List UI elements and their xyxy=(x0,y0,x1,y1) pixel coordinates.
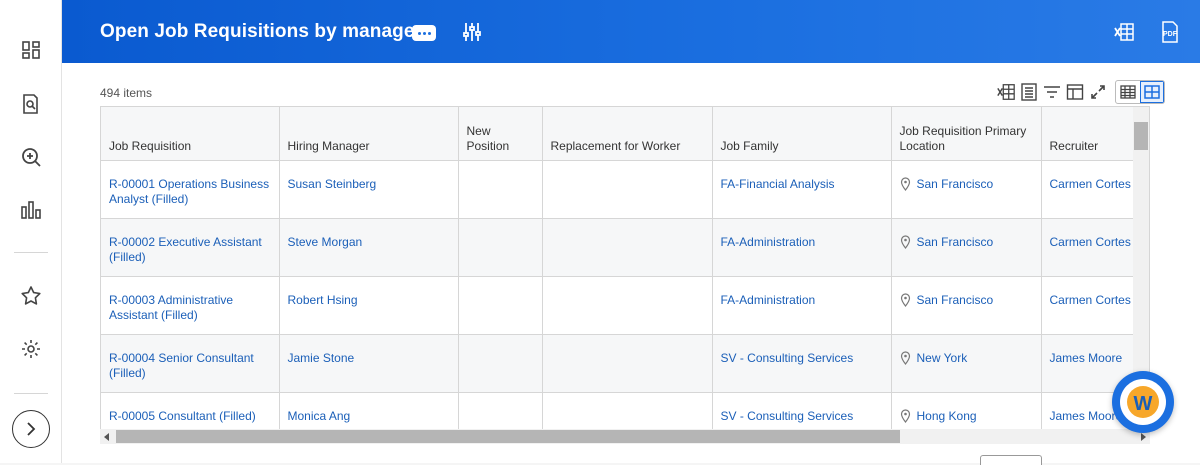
location-link[interactable]: San Francisco xyxy=(917,177,994,192)
job-family-link[interactable]: FA-Financial Analysis xyxy=(721,177,835,191)
more-options-button[interactable] xyxy=(412,25,436,41)
export-excel-icon[interactable] xyxy=(994,81,1017,103)
location-pin-icon xyxy=(900,176,910,191)
more-options-icon xyxy=(417,31,421,35)
assistant-logo-icon: W xyxy=(1127,386,1159,418)
left-sidebar xyxy=(0,0,62,463)
column-header[interactable]: Hiring Manager xyxy=(279,107,459,161)
location-link[interactable]: San Francisco xyxy=(917,235,994,250)
gear-icon[interactable] xyxy=(19,337,43,361)
location-link[interactable]: Hong Kong xyxy=(917,409,977,424)
bottom-button-stub[interactable] xyxy=(980,455,1042,465)
view-toggle xyxy=(1115,80,1165,104)
expand-sidebar-button[interactable] xyxy=(12,410,50,448)
location-pin-icon xyxy=(900,234,910,249)
column-header[interactable]: Job Family xyxy=(712,107,892,161)
hiring-manager-link[interactable]: Susan Steinberg xyxy=(288,177,377,191)
dashboard-icon[interactable] xyxy=(19,38,43,62)
location-pin-icon xyxy=(900,350,910,365)
print-icon[interactable] xyxy=(1017,81,1040,103)
vertical-scroll-thumb[interactable] xyxy=(1134,122,1148,150)
grid-view-icon[interactable] xyxy=(1140,81,1164,103)
job-family-link[interactable]: SV - Consulting Services xyxy=(721,351,854,365)
star-icon[interactable] xyxy=(19,284,43,308)
new-position-cell xyxy=(458,276,543,335)
horizontal-scroll-thumb[interactable] xyxy=(116,430,900,443)
table-view-icon[interactable] xyxy=(1116,81,1140,103)
column-header[interactable]: Job Requisition Primary Location xyxy=(891,107,1042,161)
export-excel-icon[interactable] xyxy=(1112,20,1136,44)
job-requisition-link[interactable]: R-00005 Consultant (Filled) xyxy=(109,409,256,423)
hiring-manager-link[interactable]: Robert Hsing xyxy=(288,293,358,307)
location-link[interactable]: San Francisco xyxy=(917,293,994,308)
assistant-button[interactable]: W xyxy=(1112,371,1174,433)
svg-text:PDF: PDF xyxy=(1163,31,1178,38)
job-requisition-link[interactable]: R-00001 Operations Business Analyst (Fil… xyxy=(109,177,269,206)
replacement-cell xyxy=(542,276,713,335)
table-row: R-00003 Administrative Assistant (Filled… xyxy=(101,276,1149,335)
fullscreen-icon[interactable] xyxy=(1086,81,1109,103)
horizontal-scrollbar[interactable] xyxy=(100,429,1150,444)
job-family-link[interactable]: FA-Administration xyxy=(721,293,816,307)
chevron-right-icon xyxy=(27,422,36,436)
hiring-manager-link[interactable]: Steve Morgan xyxy=(288,235,363,249)
recruiter-link[interactable]: Carmen Cortes xyxy=(1050,235,1131,249)
location-pin-icon xyxy=(900,408,910,423)
sidebar-divider xyxy=(14,252,48,253)
hiring-manager-link[interactable]: Jamie Stone xyxy=(288,351,355,365)
location-pin-icon xyxy=(900,292,910,307)
new-position-cell xyxy=(458,218,543,277)
column-layout-icon[interactable] xyxy=(1063,81,1086,103)
location-link[interactable]: New York xyxy=(917,351,968,366)
export-pdf-icon[interactable]: PDF xyxy=(1158,20,1182,44)
column-header[interactable]: Replacement for Worker xyxy=(542,107,713,161)
job-requisition-link[interactable]: R-00002 Executive Assistant (Filled) xyxy=(109,235,262,264)
grid-toolbar xyxy=(994,80,1165,104)
recruiter-link[interactable]: James Moore xyxy=(1050,409,1123,423)
sidebar-divider xyxy=(14,393,48,394)
bar-chart-icon[interactable] xyxy=(19,198,43,222)
recruiter-link[interactable]: Carmen Cortes xyxy=(1050,293,1131,307)
recruiter-link[interactable]: Carmen Cortes xyxy=(1050,177,1131,191)
column-header[interactable]: Job Requisition xyxy=(101,107,280,161)
hiring-manager-link[interactable]: Monica Ang xyxy=(288,409,351,423)
table-row: R-00002 Executive Assistant (Filled) Ste… xyxy=(101,218,1149,277)
job-requisition-link[interactable]: R-00004 Senior Consultant (Filled) xyxy=(109,351,254,380)
recruiter-link[interactable]: James Moore xyxy=(1050,351,1123,365)
job-family-link[interactable]: SV - Consulting Services xyxy=(721,409,854,423)
report-content: 494 items Job Requisition Hiring Manager… xyxy=(62,63,1200,463)
items-count: 494 items xyxy=(100,86,153,100)
job-requisition-link[interactable]: R-00003 Administrative Assistant (Filled… xyxy=(109,293,233,322)
report-header: Open Job Requisitions by manager PDF xyxy=(62,0,1200,63)
report-search-icon[interactable] xyxy=(19,92,43,116)
replacement-cell xyxy=(542,160,713,219)
new-position-cell xyxy=(458,334,543,393)
table-row: R-00001 Operations Business Analyst (Fil… xyxy=(101,160,1149,219)
table-header-row: Job Requisition Hiring Manager New Posit… xyxy=(101,107,1149,161)
scroll-right-icon[interactable] xyxy=(1141,433,1146,441)
filter-sliders-icon[interactable] xyxy=(460,20,484,44)
table-row: R-00004 Senior Consultant (Filled) Jamie… xyxy=(101,334,1149,393)
replacement-cell xyxy=(542,334,713,393)
report-grid: Job Requisition Hiring Manager New Posit… xyxy=(100,106,1150,443)
page-title: Open Job Requisitions by manager xyxy=(100,21,423,42)
scroll-left-icon[interactable] xyxy=(104,433,109,441)
new-position-cell xyxy=(458,160,543,219)
filter-icon[interactable] xyxy=(1040,81,1063,103)
job-family-link[interactable]: FA-Administration xyxy=(721,235,816,249)
replacement-cell xyxy=(542,218,713,277)
search-zoom-icon[interactable] xyxy=(19,145,43,169)
column-header[interactable]: New Position xyxy=(458,107,543,161)
